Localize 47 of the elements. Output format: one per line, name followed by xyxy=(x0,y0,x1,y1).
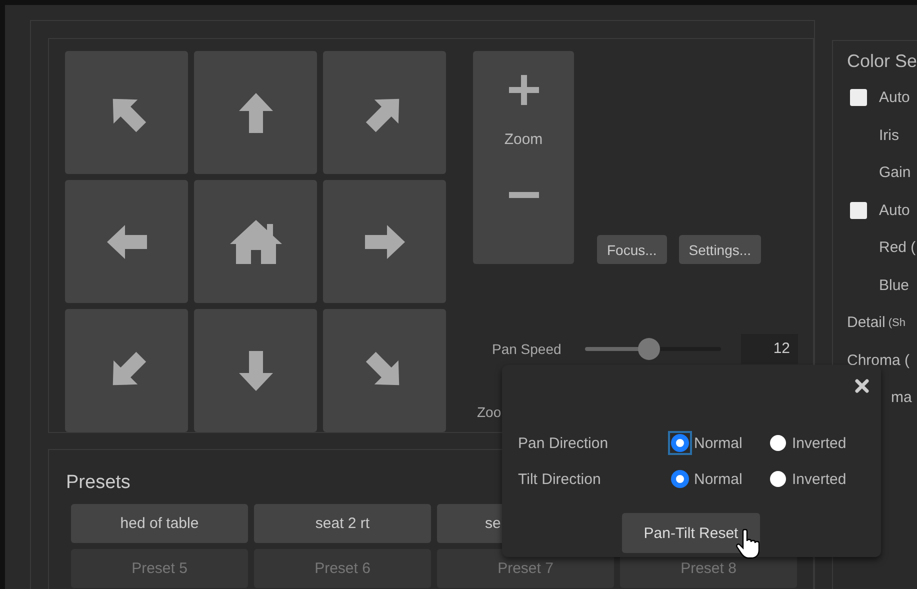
radio-button[interactable] xyxy=(672,471,688,487)
radio-button[interactable] xyxy=(672,435,688,451)
direction-button[interactable] xyxy=(65,180,188,303)
reset-button[interactable]: Pan-Tilt Reset xyxy=(622,513,760,553)
direction-label: Pan Direction xyxy=(518,434,610,452)
presets-title: Presets xyxy=(66,472,130,494)
radio-label: Inverted xyxy=(792,434,846,452)
plus-icon[interactable] xyxy=(508,75,538,105)
radio-button[interactable] xyxy=(770,435,786,451)
direction-button[interactable] xyxy=(323,180,446,303)
setting-label: Chroma ( xyxy=(847,352,910,369)
color-settings-title: Color Se xyxy=(847,51,917,72)
close-icon[interactable] xyxy=(855,379,869,393)
setting-label: Detail xyxy=(847,314,886,332)
radio-label: Normal xyxy=(694,470,742,488)
pan-speed-slider[interactable] xyxy=(585,338,721,360)
settings-button[interactable]: Settings... xyxy=(678,235,762,264)
checkbox[interactable] xyxy=(850,202,867,219)
pan-speed-value[interactable]: 12 xyxy=(741,334,798,364)
pan-speed-label: Pan Speed xyxy=(492,341,562,357)
setting-label: Iris xyxy=(879,126,899,144)
direction-button[interactable] xyxy=(323,309,446,432)
direction-button[interactable] xyxy=(194,309,317,432)
radio-label: Inverted xyxy=(792,470,846,488)
preset-button[interactable]: seat 2 rt xyxy=(254,504,431,543)
direction-button[interactable] xyxy=(323,51,446,174)
direction-button[interactable] xyxy=(194,51,317,174)
radio-label: Normal xyxy=(694,434,742,452)
setting-note: (Sh xyxy=(888,316,906,329)
setting-label: ma xyxy=(891,389,912,406)
setting-label: Blue xyxy=(879,276,910,294)
direction-button[interactable] xyxy=(65,51,188,174)
preset-button[interactable]: hed of table xyxy=(71,504,248,543)
radio-button[interactable] xyxy=(770,471,786,487)
direction-button[interactable] xyxy=(194,180,317,303)
zoom-speed-label: Zoo xyxy=(477,404,502,420)
auto-label: Auto xyxy=(879,202,910,219)
checkbox[interactable] xyxy=(850,89,867,106)
auto-label: Auto xyxy=(879,89,910,106)
zoom-label: Zoom xyxy=(504,131,543,148)
setting-label: Red ( xyxy=(879,239,916,256)
direction-label: Tilt Direction xyxy=(518,470,602,488)
settings-button[interactable]: Focus... xyxy=(597,235,667,264)
hand-cursor-icon xyxy=(736,529,760,559)
direction-button[interactable] xyxy=(65,309,188,432)
setting-label: Gain xyxy=(879,164,911,182)
home-icon xyxy=(228,218,282,266)
